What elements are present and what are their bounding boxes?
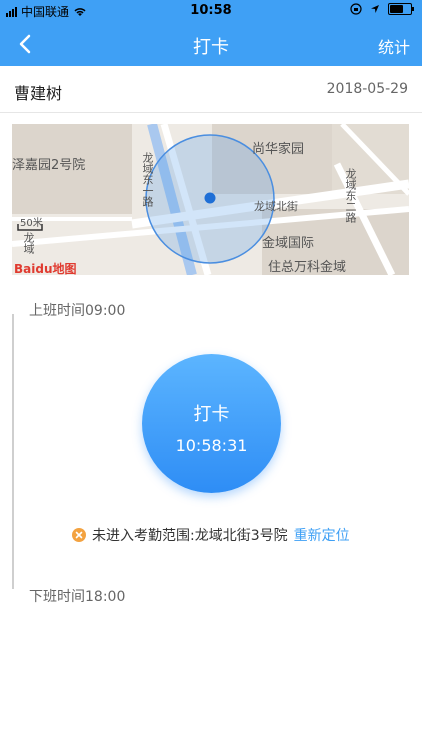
location-map[interactable]: 尚华家园 龙域东一路 龙域东二路 龙域北街 金域国际 住总万科金域 泽嘉园2号院…: [12, 124, 409, 275]
date-label: 2018-05-29: [326, 81, 408, 97]
range-notice-text: 未进入考勤范围:龙域北街3号院: [92, 528, 288, 544]
page-title: 打卡: [193, 37, 229, 58]
user-row: 曹建树 2018-05-29: [0, 66, 422, 113]
map-label-zhuzong: 住总万科金域: [268, 260, 347, 275]
map-label-longyu-east2: 龙域东二路: [344, 168, 357, 223]
orientation-lock-icon: [350, 3, 362, 15]
map-label-longyu-east1: 龙域东一路: [141, 152, 154, 207]
map-label-shanghua: 尚华家园: [252, 142, 305, 157]
checkin-time-label: 上班时间09:00: [29, 303, 126, 319]
relocate-button[interactable]: 重新定位: [294, 525, 350, 545]
location-arrow-icon: [371, 5, 379, 13]
punch-time: 10:58:31: [175, 436, 248, 455]
timeline-line: [12, 314, 14, 589]
punch-button[interactable]: 打卡 10:58:31: [142, 354, 281, 493]
map-label-zejia: 泽嘉园2号院: [12, 158, 86, 173]
checkout-time-label: 下班时间18:00: [29, 589, 126, 605]
map-label-longyu-north: 龙域北街: [254, 200, 298, 213]
status-right: [350, 3, 414, 15]
statistics-button[interactable]: 统计: [378, 34, 410, 58]
range-notice: 未进入考勤范围:龙域北街3号院 重新定位: [72, 525, 350, 545]
status-bar: 中国联通 10:58: [0, 0, 422, 22]
punch-label: 打卡: [193, 404, 230, 425]
baidu-map-logo: Baidu地图: [14, 262, 77, 275]
user-name: 曹建树: [14, 84, 63, 103]
battery-icon: [388, 3, 414, 15]
map-label-jinyu: 金域国际: [262, 236, 315, 251]
map-label-longyu: 龙域: [22, 232, 35, 254]
nav-bar: 打卡 统计: [0, 22, 422, 66]
map-scale-label: 50米: [20, 218, 43, 229]
warning-icon: [72, 528, 86, 542]
